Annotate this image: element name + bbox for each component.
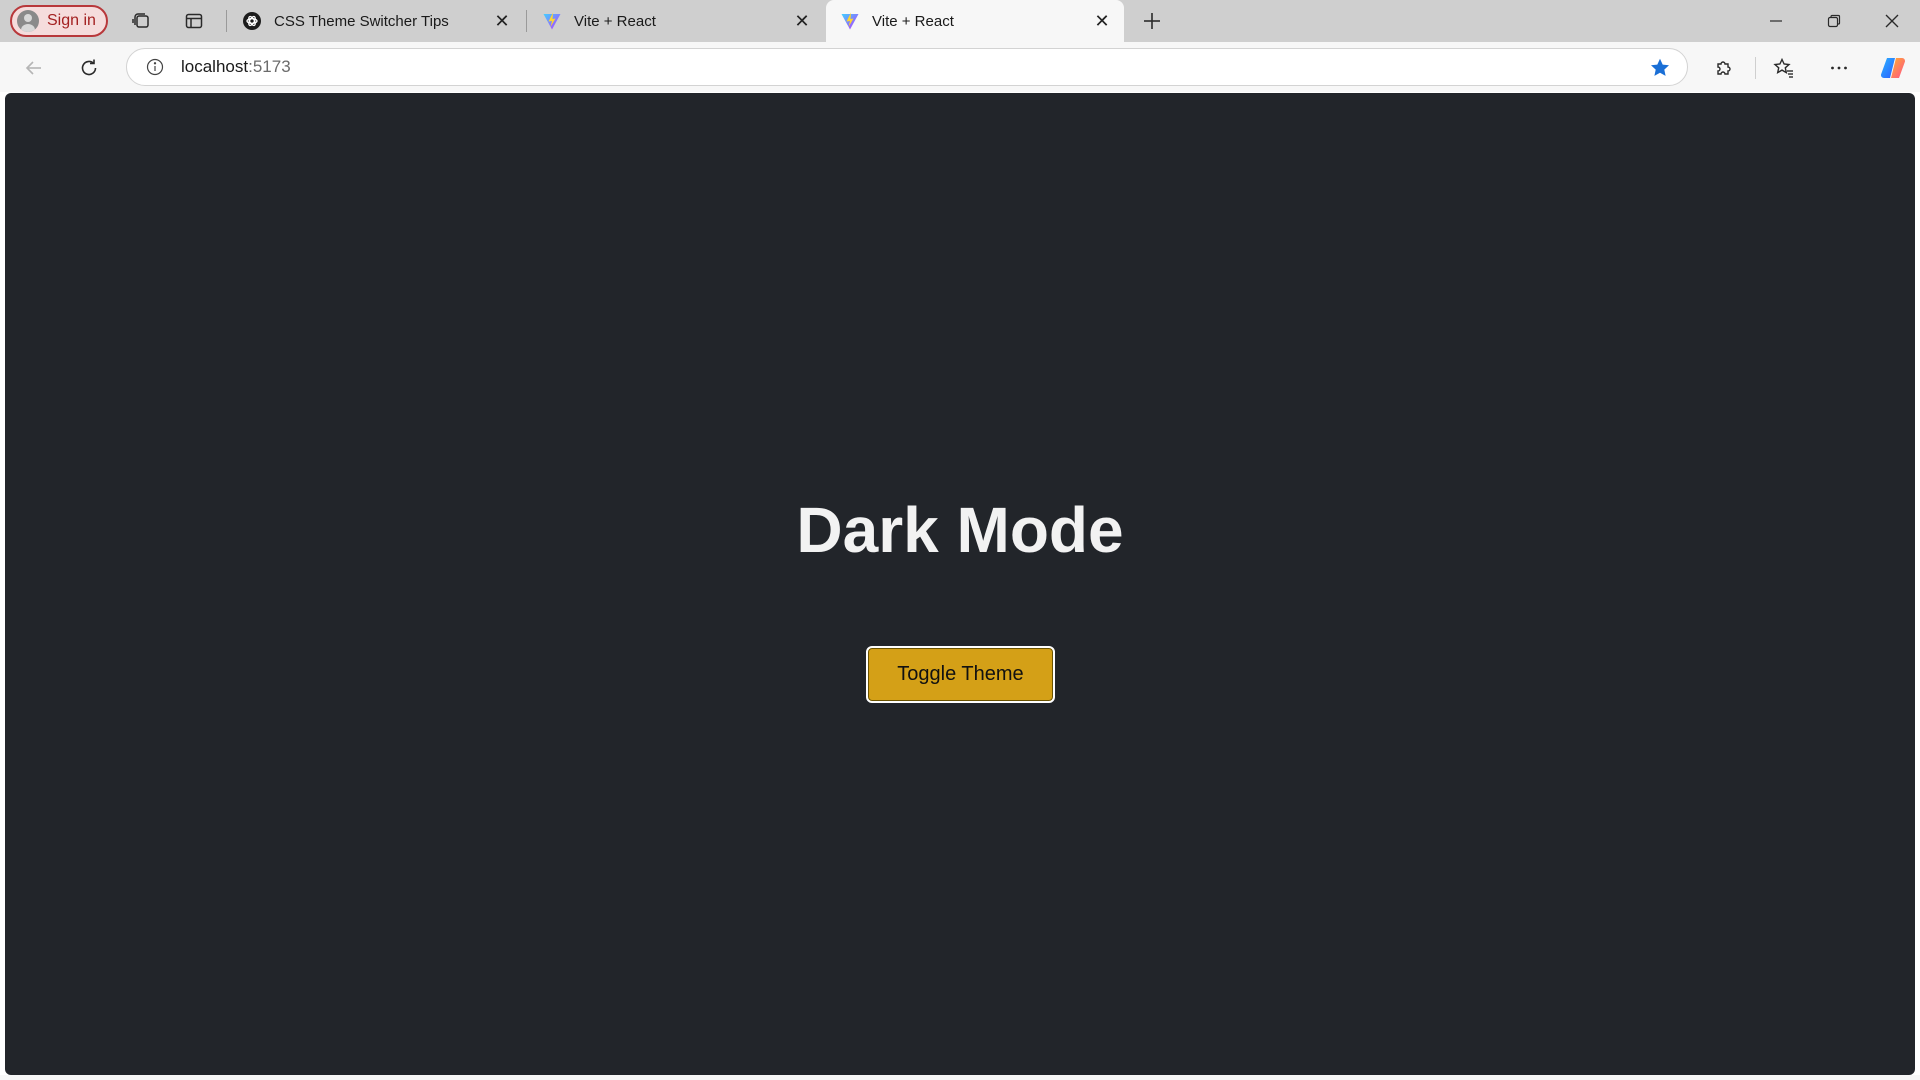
tab-title: Vite + React xyxy=(872,12,954,30)
tab-css-theme-switcher-tips[interactable]: CSS Theme Switcher Tips ✕ xyxy=(228,0,524,42)
tab-vite-react-active[interactable]: Vite + React ✕ xyxy=(826,0,1124,42)
url-port: :5173 xyxy=(248,57,291,76)
tab-strip: Sign in CSS Theme Switcher Tips ✕ Vite +… xyxy=(0,0,1920,42)
tab-title: CSS Theme Switcher Tips xyxy=(274,12,449,30)
sign-in-label: Sign in xyxy=(47,12,96,29)
favorite-star-icon[interactable] xyxy=(1649,57,1671,79)
new-tab-icon[interactable] xyxy=(1138,7,1166,35)
address-url: localhost:5173 xyxy=(181,57,291,77)
tab-separator xyxy=(526,10,527,32)
url-host: localhost xyxy=(181,57,249,76)
back-icon[interactable] xyxy=(17,51,51,85)
favorites-icon[interactable] xyxy=(1767,51,1801,85)
openai-icon xyxy=(242,11,262,31)
vite-icon xyxy=(840,11,860,31)
close-window-icon[interactable] xyxy=(1864,0,1920,42)
page-heading: Dark Mode xyxy=(796,494,1124,566)
close-tab-icon[interactable]: ✕ xyxy=(1090,9,1114,33)
address-bar[interactable]: localhost:5173 xyxy=(126,48,1688,86)
close-tab-icon[interactable]: ✕ xyxy=(790,9,814,33)
vite-icon xyxy=(542,11,562,31)
reload-icon[interactable] xyxy=(72,51,106,85)
profile-avatar-icon xyxy=(17,10,39,32)
sign-in-button[interactable]: Sign in xyxy=(10,5,108,37)
close-tab-icon[interactable]: ✕ xyxy=(490,9,514,33)
more-options-icon[interactable] xyxy=(1822,51,1856,85)
window-bottom-edge xyxy=(0,1075,1920,1080)
site-info-icon[interactable] xyxy=(145,57,165,77)
page-viewport: Dark Mode Toggle Theme xyxy=(5,93,1915,1075)
tab-separator xyxy=(226,10,227,32)
copilot-icon[interactable] xyxy=(1876,51,1910,85)
browser-toolbar: localhost:5173 xyxy=(0,42,1920,92)
vertical-tabs-icon[interactable] xyxy=(180,7,208,35)
toolbar-separator xyxy=(1755,57,1756,79)
tab-title: Vite + React xyxy=(574,12,656,30)
tab-vite-react[interactable]: Vite + React ✕ xyxy=(528,0,824,42)
workspaces-icon[interactable] xyxy=(127,7,155,35)
extensions-icon[interactable] xyxy=(1707,51,1741,85)
minimize-icon[interactable] xyxy=(1748,0,1804,42)
restore-icon[interactable] xyxy=(1806,0,1862,42)
toggle-theme-button[interactable]: Toggle Theme xyxy=(866,646,1055,703)
